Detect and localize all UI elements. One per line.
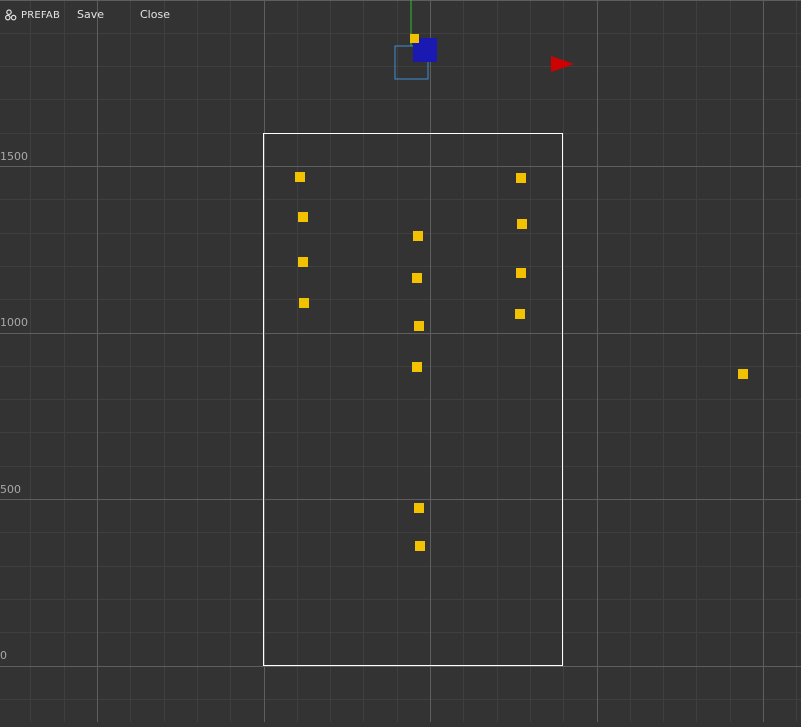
prefab-mode-indicator: PREFAB bbox=[5, 9, 60, 21]
scene-marker[interactable] bbox=[412, 273, 422, 283]
close-button[interactable]: Close bbox=[140, 8, 170, 21]
scene-viewport[interactable] bbox=[0, 0, 801, 722]
y-axis-label-1000: 1000 bbox=[0, 316, 28, 329]
y-axis-label-0: 0 bbox=[0, 649, 7, 662]
scene-marker[interactable] bbox=[412, 362, 422, 372]
scene-marker[interactable] bbox=[413, 231, 423, 241]
save-button[interactable]: Save bbox=[77, 8, 104, 21]
gizmo-center-handle[interactable] bbox=[410, 34, 419, 43]
gizmo-x-arrow-icon[interactable] bbox=[551, 56, 574, 72]
prefab-editor-scene[interactable]: PREFAB Save Close 1500 1000 500 0 bbox=[0, 0, 801, 722]
transform-gizmo[interactable] bbox=[394, 0, 574, 80]
scene-marker[interactable] bbox=[298, 257, 308, 267]
scene-marker[interactable] bbox=[414, 503, 424, 513]
grid-minor-lines bbox=[0, 0, 801, 722]
scene-marker[interactable] bbox=[298, 212, 308, 222]
scene-marker[interactable] bbox=[295, 172, 305, 182]
scene-marker[interactable] bbox=[516, 173, 526, 183]
prefab-mode-label: PREFAB bbox=[21, 9, 61, 21]
scene-marker[interactable] bbox=[517, 219, 527, 229]
scene-marker[interactable] bbox=[414, 321, 424, 331]
scene-marker[interactable] bbox=[299, 298, 309, 308]
editor-toolbar: PREFAB bbox=[0, 0, 60, 30]
y-axis-label-1500: 1500 bbox=[0, 150, 28, 163]
y-axis-label-500: 500 bbox=[0, 483, 21, 496]
prefab-icon bbox=[5, 9, 17, 21]
scene-marker[interactable] bbox=[738, 369, 748, 379]
marker-layer bbox=[295, 172, 748, 551]
scene-marker[interactable] bbox=[516, 268, 526, 278]
grid-major-lines bbox=[0, 0, 801, 722]
scene-marker[interactable] bbox=[515, 309, 525, 319]
scene-marker[interactable] bbox=[415, 541, 425, 551]
